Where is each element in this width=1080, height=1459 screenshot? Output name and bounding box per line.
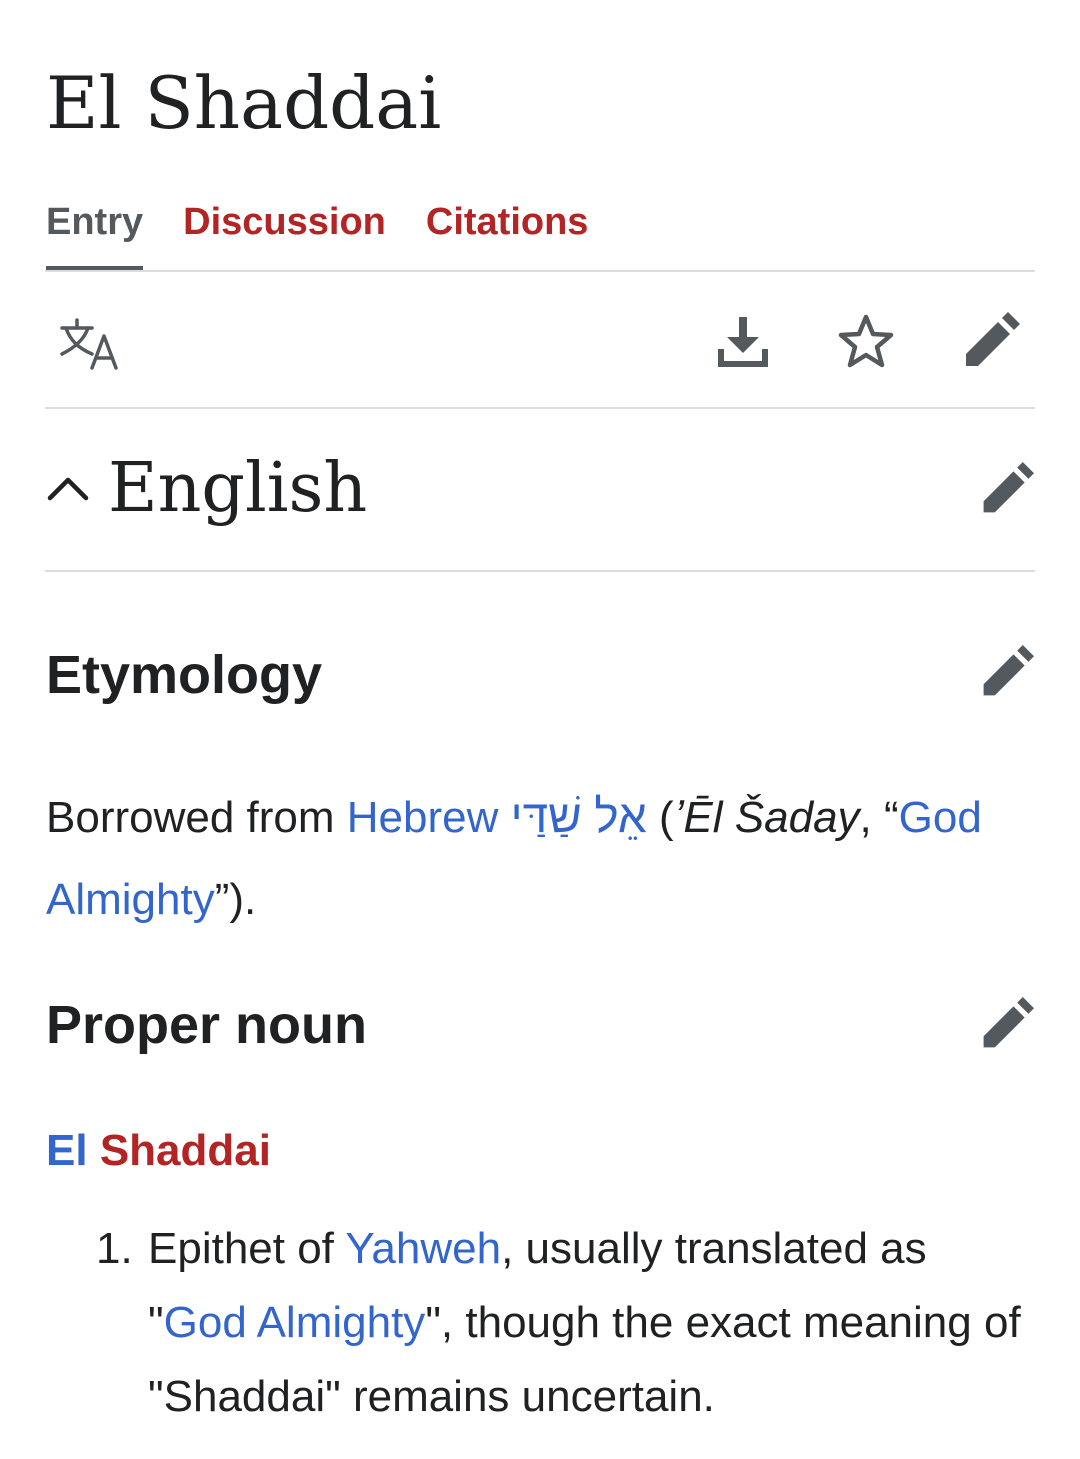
etymology-heading: Etymology [46,645,323,705]
download-icon[interactable] [714,313,772,371]
definition-number: 1. [96,1224,133,1273]
page-tabs: Entry Discussion Citations [46,196,628,272]
tab-citations[interactable]: Citations [426,196,589,272]
edit-icon[interactable] [960,312,1020,372]
chevron-up-icon[interactable] [46,472,90,502]
link-god-almighty-part1[interactable]: God [899,793,982,842]
headword-link-el[interactable]: El [46,1126,88,1175]
link-god-almighty[interactable]: God Almighty [164,1298,426,1347]
etymology-prefix: Borrowed from [46,793,347,842]
link-hebrew-word[interactable]: אֵל שַׁדַּי [511,790,647,842]
definition-text: Epithet of Yahweh, usually translated as… [148,1224,1021,1421]
tab-entry[interactable]: Entry [46,196,144,272]
edit-english-icon[interactable] [978,462,1034,518]
edit-proper-noun-icon[interactable] [978,997,1034,1053]
link-god-almighty-part2[interactable]: Almighty [46,875,215,924]
link-hebrew[interactable]: Hebrew [347,793,499,842]
transliteration: ʼĒl Šaday [673,793,860,842]
toolbar-divider [45,407,1035,409]
headword: El Shaddai [46,1122,271,1180]
etymology-text: Borrowed from Hebrew אֵל שַׁדַּי (ʼĒl Ša… [46,790,982,924]
proper-noun-heading: Proper noun [46,995,367,1055]
edit-etymology-icon[interactable] [978,645,1034,701]
section-heading-english[interactable]: English [108,446,367,532]
tabs-divider [45,270,1035,272]
tab-discussion[interactable]: Discussion [183,196,386,272]
language-icon[interactable] [58,316,122,372]
link-yahweh[interactable]: Yahweh [345,1224,501,1273]
definition-list-item: 1. Epithet of Yahweh, usually translated… [96,1212,1036,1434]
headword-redlink-shaddai[interactable]: Shaddai [100,1126,271,1175]
star-icon[interactable] [836,312,896,372]
section-divider [45,570,1035,572]
page-title: El Shaddai [46,61,442,145]
